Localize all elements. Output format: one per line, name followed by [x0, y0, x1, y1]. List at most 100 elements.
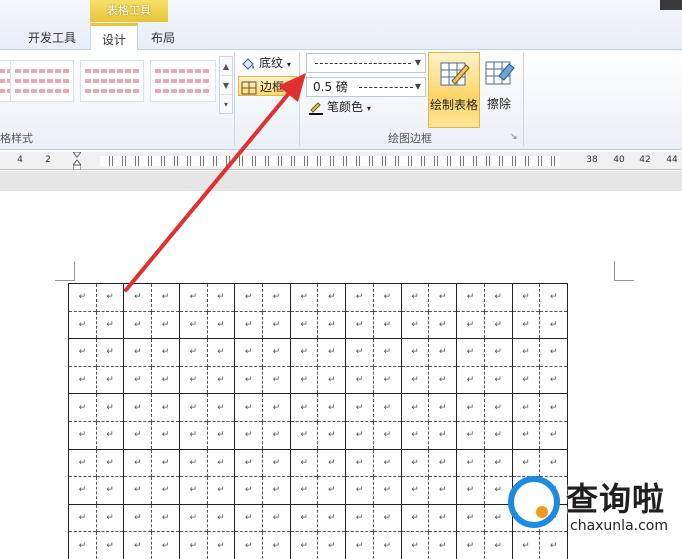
- table-cell[interactable]: ↵: [372, 365, 402, 394]
- table-cell[interactable]: ↵: [345, 503, 374, 532]
- table-cell[interactable]: ↵: [456, 393, 485, 422]
- table-cell[interactable]: ↵: [151, 420, 180, 450]
- table-cell[interactable]: ↵: [372, 338, 402, 367]
- table-cell[interactable]: ↵: [123, 365, 152, 394]
- table-cell[interactable]: ↵: [262, 448, 291, 477]
- table-cell[interactable]: ↵: [511, 283, 540, 312]
- table-cell[interactable]: ↵: [151, 283, 180, 312]
- table-cell[interactable]: ↵: [123, 283, 152, 312]
- dialog-launcher-icon[interactable]: ↘: [510, 132, 518, 142]
- table-cell[interactable]: ↵: [234, 503, 263, 532]
- table-cell[interactable]: ↵: [151, 393, 180, 422]
- table-cell[interactable]: ↵: [428, 503, 457, 532]
- table-cell[interactable]: ↵: [262, 310, 291, 339]
- table-cell[interactable]: ↵: [234, 365, 263, 394]
- table-cell[interactable]: ↵: [206, 476, 235, 505]
- table-cell[interactable]: ↵: [456, 448, 485, 477]
- table-cell[interactable]: ↵: [511, 365, 540, 394]
- table-cell[interactable]: ↵: [123, 503, 152, 532]
- table-cell[interactable]: ↵: [483, 310, 512, 339]
- tab-design[interactable]: 设计: [90, 23, 138, 51]
- table-cell[interactable]: ↵: [483, 338, 512, 367]
- table-cell[interactable]: ↵: [289, 365, 318, 394]
- table-cell[interactable]: ↵: [95, 283, 124, 312]
- table-cell[interactable]: ↵: [151, 503, 180, 532]
- table-cell[interactable]: ↵: [483, 393, 512, 422]
- document-table[interactable]: ↵ ↵ ↵ ↵ ↵ ↵ ↵ ↵ ↵ ↵ ↵ ↵ ↵ ↵ ↵ ↵ ↵ ↵ ↵ ↵ ↵ ↵ ↵ ↵ ↵ ↵ ↵ ↵ ↵ ↵ ↵ ↵ ↵ ↵ ↵ ↵ ↵ ↵ ↵ ↵…: [68, 283, 568, 559]
- table-cell[interactable]: ↵: [206, 448, 235, 477]
- table-cell[interactable]: ↵: [151, 338, 180, 367]
- table-cell[interactable]: ↵: [206, 503, 235, 532]
- table-cell[interactable]: ↵: [123, 393, 152, 422]
- table-cell[interactable]: ↵: [400, 283, 429, 312]
- indent-marker-icon[interactable]: [73, 152, 81, 170]
- table-cell[interactable]: ↵: [123, 310, 152, 339]
- table-cell[interactable]: ↵: [511, 420, 540, 450]
- line-style-dropdown[interactable]: ▼: [306, 53, 426, 73]
- gallery-more-icon[interactable]: ▾: [220, 95, 232, 114]
- table-cell[interactable]: ↵: [345, 448, 374, 477]
- table-cell[interactable]: ↵: [68, 531, 97, 559]
- gallery-up-icon[interactable]: ▲: [220, 57, 232, 76]
- table-cell[interactable]: ↵: [95, 310, 124, 339]
- horizontal-ruler[interactable]: 4 2 38 40 42 44: [0, 152, 682, 170]
- table-cell[interactable]: ↵: [372, 310, 402, 339]
- table-cell[interactable]: ↵: [400, 338, 429, 367]
- table-cell[interactable]: ↵: [206, 531, 235, 559]
- pen-color-button[interactable]: 笔颜色 ▾: [308, 97, 371, 117]
- table-cell[interactable]: ↵: [317, 476, 346, 505]
- table-cell[interactable]: ↵: [372, 476, 402, 505]
- table-cell[interactable]: ↵: [178, 420, 208, 450]
- table-cell[interactable]: ↵: [289, 283, 318, 312]
- table-cell[interactable]: ↵: [456, 531, 485, 559]
- table-cell[interactable]: ↵: [95, 393, 124, 422]
- table-cell[interactable]: ↵: [151, 310, 180, 339]
- table-cell[interactable]: ↵: [262, 503, 291, 532]
- table-cell[interactable]: ↵: [428, 365, 457, 394]
- table-cell[interactable]: ↵: [428, 448, 457, 477]
- table-cell[interactable]: ↵: [206, 365, 235, 394]
- table-cell[interactable]: ↵: [123, 420, 152, 450]
- table-cell[interactable]: ↵: [289, 338, 318, 367]
- table-cell[interactable]: ↵: [234, 283, 263, 312]
- tab-developer[interactable]: 开发工具: [20, 27, 84, 50]
- table-cell[interactable]: ↵: [428, 338, 457, 367]
- table-cell[interactable]: ↵: [68, 420, 97, 450]
- table-cell[interactable]: ↵: [68, 338, 97, 367]
- table-cell[interactable]: ↵: [68, 393, 97, 422]
- table-cell[interactable]: ↵: [68, 365, 97, 394]
- table-cell[interactable]: ↵: [317, 420, 346, 450]
- style-gallery-scroll[interactable]: ▲ ▼ ▾: [219, 56, 233, 114]
- table-cell[interactable]: ↵: [428, 476, 457, 505]
- table-cell[interactable]: ↵: [151, 531, 180, 559]
- table-cell[interactable]: ↵: [400, 448, 429, 477]
- table-cell[interactable]: ↵: [400, 531, 429, 559]
- erase-button[interactable]: 擦除: [482, 52, 516, 128]
- line-weight-dropdown[interactable]: 0.5 磅 ▼: [306, 77, 426, 97]
- table-cell[interactable]: ↵: [289, 476, 318, 505]
- table-cell[interactable]: ↵: [372, 420, 402, 450]
- gallery-down-icon[interactable]: ▼: [220, 76, 232, 95]
- table-cell[interactable]: ↵: [456, 420, 485, 450]
- table-cell[interactable]: ↵: [317, 310, 346, 339]
- table-cell[interactable]: ↵: [456, 310, 485, 339]
- table-cell[interactable]: ↵: [511, 393, 540, 422]
- table-cell[interactable]: ↵: [511, 338, 540, 367]
- table-cell[interactable]: ↵: [151, 365, 180, 394]
- table-cell[interactable]: ↵: [234, 420, 263, 450]
- table-cell[interactable]: ↵: [372, 393, 402, 422]
- table-cell[interactable]: ↵: [317, 393, 346, 422]
- table-cell[interactable]: ↵: [68, 476, 97, 505]
- table-cell[interactable]: ↵: [206, 393, 235, 422]
- table-cell[interactable]: ↵: [178, 393, 208, 422]
- table-cell[interactable]: ↵: [372, 503, 402, 532]
- table-style-thumbnail[interactable]: [150, 60, 216, 102]
- table-cell[interactable]: ↵: [345, 476, 374, 505]
- table-cell[interactable]: ↵: [428, 393, 457, 422]
- table-cell[interactable]: ↵: [289, 393, 318, 422]
- table-cell[interactable]: ↵: [372, 448, 402, 477]
- table-cell[interactable]: ↵: [234, 310, 263, 339]
- table-cell[interactable]: ↵: [123, 448, 152, 477]
- table-cell[interactable]: ↵: [345, 310, 374, 339]
- table-cell[interactable]: ↵: [428, 310, 457, 339]
